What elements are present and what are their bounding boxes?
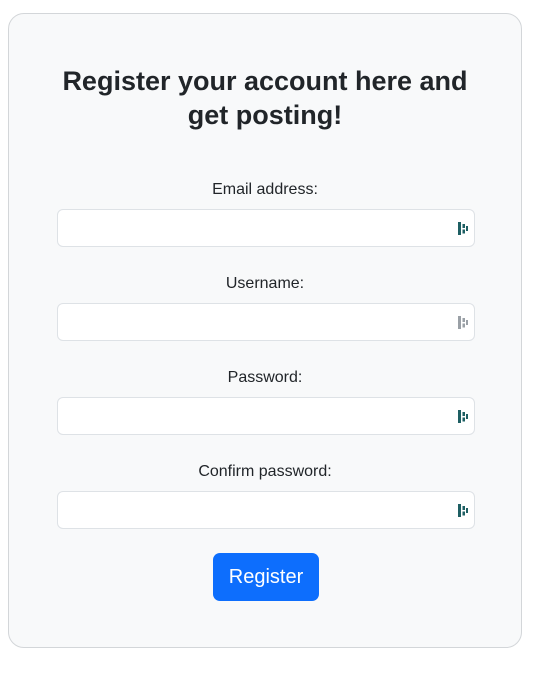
email-field-container: [57, 209, 475, 247]
password-field-container: [57, 397, 475, 435]
email-label: Email address:: [212, 181, 318, 198]
confirm-password-field-container: [57, 491, 475, 529]
email-field[interactable]: [58, 210, 474, 246]
username-field[interactable]: [58, 304, 474, 340]
username-label: Username:: [225, 275, 305, 292]
register-card: Register your account here and get posti…: [8, 13, 522, 648]
password-field[interactable]: [58, 398, 474, 434]
password-manager-icon[interactable]: [456, 221, 470, 236]
title-line-1: Register your account here and: [62, 66, 468, 96]
confirm-password-label: Confirm password:: [198, 463, 332, 480]
page-title: Register your account here and get posti…: [9, 64, 521, 132]
confirm-password-field[interactable]: [58, 492, 474, 528]
password-manager-icon[interactable]: [456, 503, 470, 518]
title-line-2: get posting!: [187, 100, 343, 130]
password-manager-icon[interactable]: [456, 315, 470, 330]
username-field-container: [57, 303, 475, 341]
password-manager-icon[interactable]: [456, 409, 470, 424]
register-button[interactable]: Register: [213, 553, 319, 601]
password-label: Password:: [227, 369, 303, 386]
